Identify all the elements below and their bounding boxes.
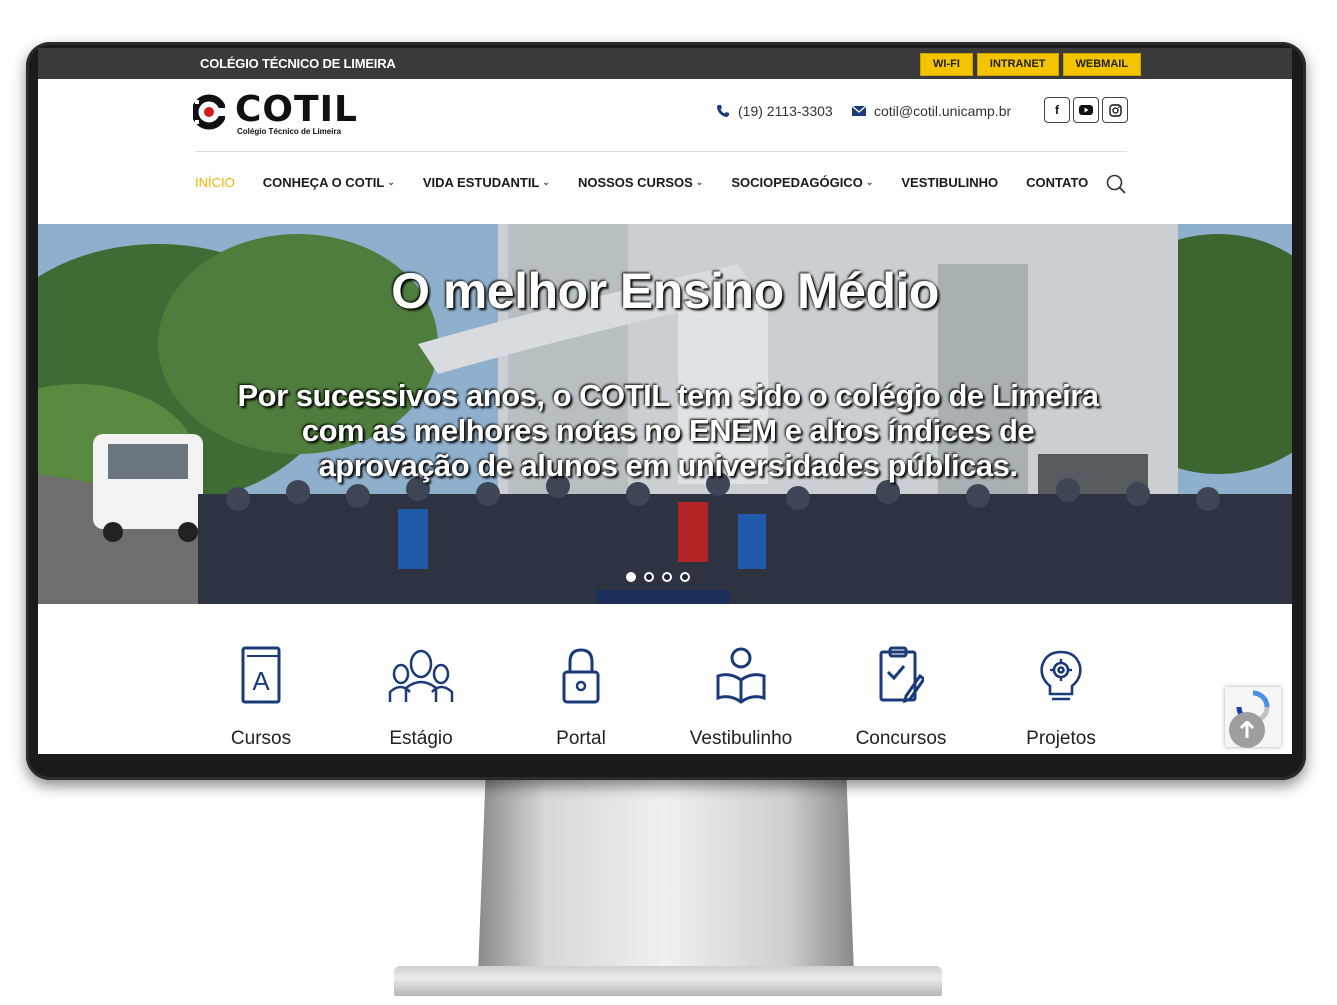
book-icon: A	[241, 646, 281, 704]
phone-icon	[717, 105, 729, 117]
slider-dot-3[interactable]	[662, 572, 672, 582]
slider-dots	[626, 572, 690, 582]
nav-label: CONTATO	[1026, 175, 1089, 190]
wifi-link[interactable]: WI-FI	[920, 53, 973, 76]
quick-link-label: Cursos	[230, 728, 292, 749]
chevron-down-icon: ⌄	[865, 177, 874, 187]
scroll-to-top-button[interactable]	[1229, 712, 1265, 748]
logo-wordmark: COTIL	[235, 89, 358, 130]
email-address: cotil@cotil.unicamp.br	[874, 103, 1012, 119]
nav-item-nossos-cursos[interactable]: NOSSOS CURSOS ⌄	[578, 175, 703, 190]
email-contact[interactable]: cotil@cotil.unicamp.br	[852, 103, 1011, 119]
school-name: COLÉGIO TÉCNICO DE LIMEIRA	[200, 56, 396, 71]
svg-text:A: A	[252, 666, 270, 696]
monitor-frame: COLÉGIO TÉCNICO DE LIMEIRA WI-FI INTRANE…	[26, 42, 1306, 780]
site-header: COTIL Colégio Técnico de Limeira (19) 21…	[38, 79, 1292, 145]
arrow-up-icon	[1239, 721, 1255, 738]
slider-dot-1[interactable]	[626, 572, 636, 582]
monitor-base	[394, 966, 942, 996]
hero-slider[interactable]: O melhor Ensino Médio Por sucessivos ano…	[38, 224, 1292, 604]
nav-item-conheca[interactable]: CONHEÇA O COTIL ⌄	[263, 175, 395, 190]
phone-contact[interactable]: (19) 2113-3303	[716, 103, 833, 119]
main-nav: INÍCIO CONHEÇA O COTIL ⌄ VIDA ESTUDANTIL ⌄…	[195, 175, 1116, 190]
nav-label: SOCIOPEDAGÓGICO	[731, 175, 863, 190]
slider-dot-2[interactable]	[644, 572, 654, 582]
nav-divider	[195, 151, 1127, 152]
nav-item-vestibulinho[interactable]: VESTIBULINHO	[901, 175, 998, 190]
top-bar: COLÉGIO TÉCNICO DE LIMEIRA WI-FI INTRANE…	[38, 48, 1292, 79]
quick-link-vestibulinho[interactable]: Vestibulinho	[676, 646, 806, 750]
quick-link-cursos[interactable]: A Cursos	[196, 646, 326, 750]
nav-label: CONHEÇA O COTIL	[262, 175, 385, 190]
website-screen: COLÉGIO TÉCNICO DE LIMEIRA WI-FI INTRANE…	[38, 48, 1292, 754]
cotil-logo[interactable]: COTIL Colégio Técnico de Limeira	[193, 91, 357, 137]
reader-icon	[716, 647, 766, 704]
lightbulb-gear-icon	[1040, 650, 1082, 701]
hero-title: O melhor Ensino Médio	[391, 263, 939, 319]
nav-label: VIDA ESTUDANTIL	[422, 175, 540, 190]
search-icon[interactable]	[1106, 174, 1126, 194]
quick-link-concursos[interactable]: Concursos	[836, 646, 966, 750]
logo-subtitle: Colégio Técnico de Limeira	[237, 127, 342, 136]
quick-links: A Cursos Estágio Portal Vestibulinho Con…	[38, 604, 1292, 754]
quick-link-label: Portal	[556, 728, 606, 749]
phone-number: (19) 2113-3303	[738, 103, 833, 119]
nav-label: INÍCIO	[195, 175, 235, 190]
social-links: f	[1044, 97, 1128, 123]
webmail-link[interactable]: WEBMAIL	[1062, 53, 1142, 76]
youtube-icon[interactable]	[1073, 97, 1099, 123]
facebook-icon[interactable]: f	[1044, 97, 1070, 123]
quick-link-estagio[interactable]: Estágio	[356, 646, 486, 750]
top-links: WI-FI INTRANET WEBMAIL	[920, 53, 1142, 76]
nav-label: NOSSOS CURSOS	[577, 175, 693, 190]
quick-link-projetos[interactable]: Projetos	[996, 646, 1126, 750]
nav-item-inicio[interactable]: INÍCIO	[195, 175, 235, 190]
hero-subtitle: Por sucessivos anos, o COTIL tem sido o …	[237, 378, 1099, 483]
nav-item-contato[interactable]: CONTATO	[1026, 175, 1088, 190]
cotil-logo-mark-icon	[193, 94, 225, 130]
clipboard-icon	[879, 646, 924, 704]
padlock-icon	[562, 648, 600, 704]
quick-link-label: Projetos	[1026, 728, 1096, 749]
envelope-icon	[852, 105, 866, 116]
people-icon	[388, 649, 454, 702]
slider-progress-bar	[596, 590, 730, 604]
nav-item-vida-estudantil[interactable]: VIDA ESTUDANTIL ⌄	[423, 175, 550, 190]
quick-link-label: Concursos	[855, 728, 947, 749]
quick-link-label: Estágio	[389, 728, 453, 749]
slider-dot-4[interactable]	[680, 572, 690, 582]
nav-label: VESTIBULINHO	[901, 175, 999, 190]
quick-link-label: Vestibulinho	[689, 728, 793, 749]
chevron-down-icon: ⌄	[695, 177, 704, 187]
nav-item-sociopedagogico[interactable]: SOCIOPEDAGÓGICO ⌄	[731, 175, 873, 190]
chevron-down-icon: ⌄	[542, 177, 550, 187]
intranet-link[interactable]: INTRANET	[976, 53, 1059, 76]
monitor-stand	[478, 778, 854, 974]
instagram-icon[interactable]	[1102, 97, 1128, 123]
chevron-down-icon: ⌄	[387, 177, 395, 187]
quick-link-portal[interactable]: Portal	[516, 646, 646, 750]
